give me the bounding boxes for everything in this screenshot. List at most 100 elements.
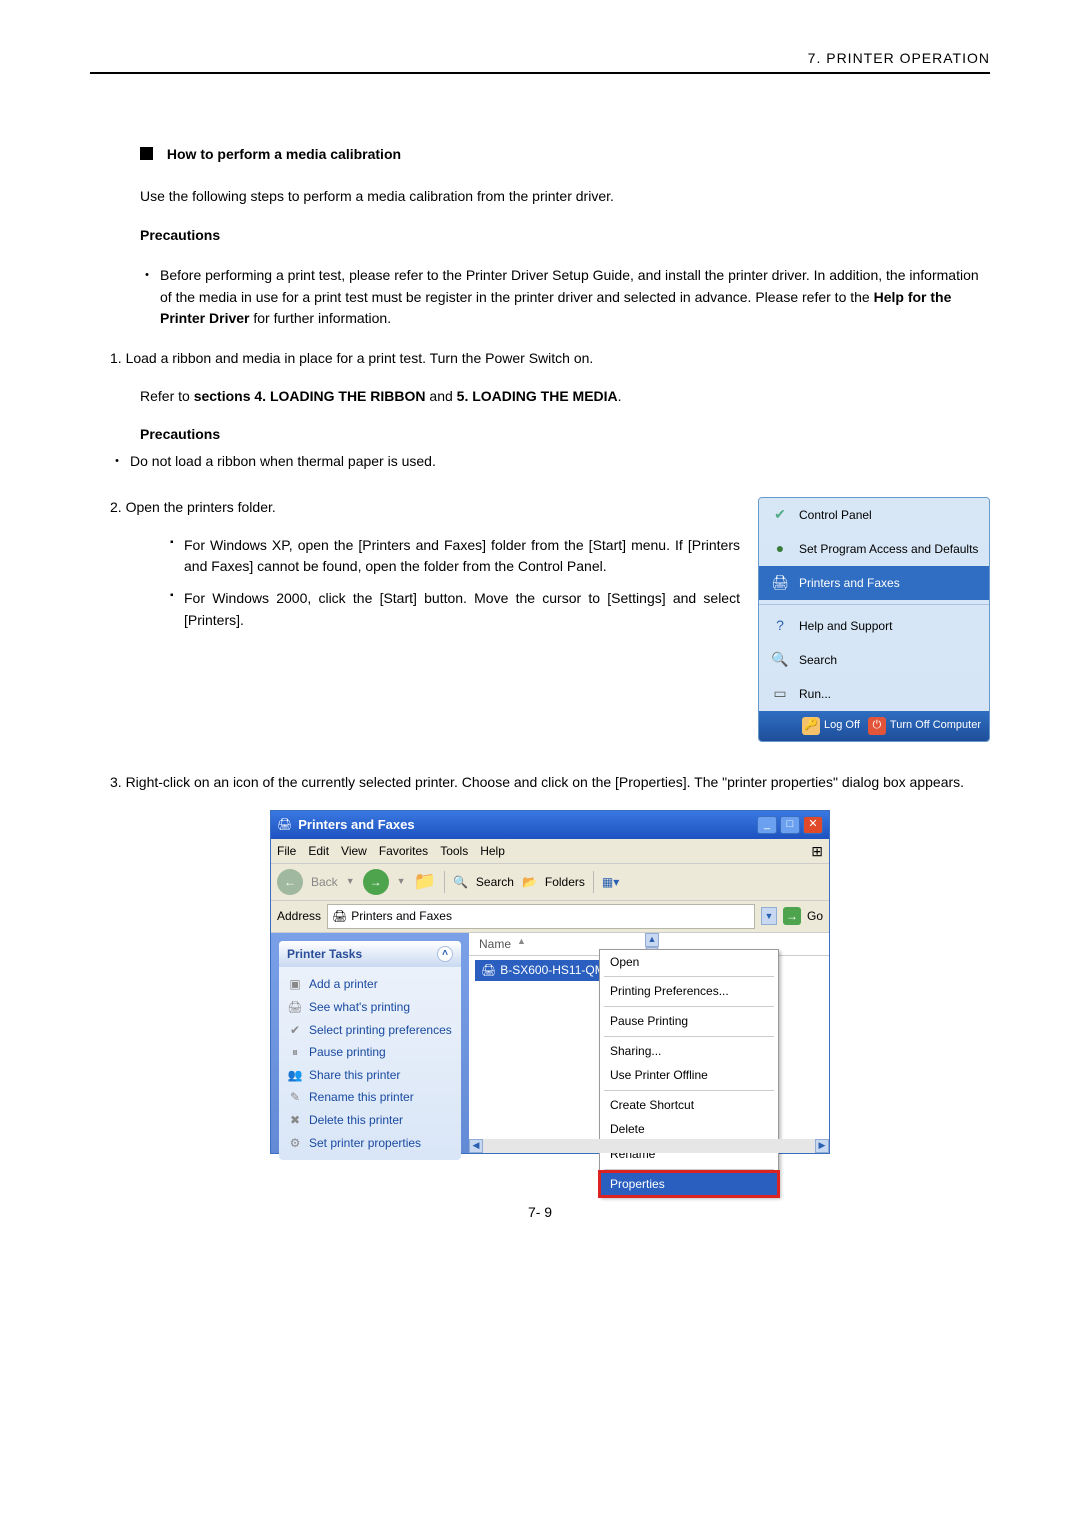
views-icon[interactable]: ▦▾	[602, 873, 619, 892]
printer-icon: 🖨	[332, 907, 347, 926]
precaution-1: Before performing a print test, please r…	[140, 265, 990, 330]
menu-item-label: Printers and Faxes	[799, 574, 900, 593]
close-button[interactable]: ✕	[803, 816, 823, 834]
step-1: 1. Load a ribbon and media in place for …	[110, 348, 990, 370]
precautions-heading: Precautions	[140, 225, 990, 247]
menu-item-label: Set Program Access and Defaults	[799, 540, 978, 559]
context-menu-item[interactable]: Use Printer Offline	[600, 1063, 778, 1088]
go-arrow-icon[interactable]: →	[783, 907, 801, 925]
task-label: Set printer properties	[309, 1134, 421, 1153]
window-body: Printer Tasks˄ ▣ Add a printer 🖨See what's…	[271, 933, 829, 1153]
page-number: 7- 9	[90, 1204, 990, 1220]
page-header: 7. PRINTER OPERATION	[90, 50, 990, 74]
printer-task[interactable]: ✖Delete this printer	[287, 1109, 453, 1132]
intro-text: Use the following steps to perform a med…	[140, 186, 990, 208]
square-icon	[140, 147, 153, 160]
printer-task[interactable]: ⚙ Set printer properties	[287, 1132, 453, 1155]
horizontal-scrollbar[interactable]: ◀▶	[469, 1139, 829, 1153]
menu-item-label: Help and Support	[799, 617, 892, 636]
task-label: Share this printer	[309, 1066, 400, 1085]
menu-tools[interactable]: Tools	[440, 842, 468, 861]
section-title-text: How to perform a media calibration	[167, 146, 401, 162]
menu-bar: File Edit View Favorites Tools Help ⊞	[271, 839, 829, 865]
folders-icon: 📂	[522, 873, 537, 892]
menu-edit[interactable]: Edit	[308, 842, 329, 861]
toolbar: ← Back ▼ → ▼ 📁 🔍 Search 📂 Folders ▦▾	[271, 864, 829, 901]
start-menu-screenshot: ✔ Control Panel ●Set Program Access and De…	[758, 497, 990, 742]
task-icon: ⏸	[287, 1043, 303, 1062]
task-label: Pause printing	[309, 1043, 386, 1062]
step-2-bullet-2: For Windows 2000, click the [Start] butt…	[170, 588, 740, 631]
context-menu-item[interactable]: Create Shortcut	[600, 1093, 778, 1118]
address-input[interactable]: 🖨 Printers and Faxes	[327, 904, 755, 929]
menu-favorites[interactable]: Favorites	[379, 842, 428, 861]
menu-help[interactable]: Help	[480, 842, 505, 861]
step-2-bullet-1: For Windows XP, open the [Printers and F…	[170, 535, 740, 578]
printer-task[interactable]: ⏸ Pause printing	[287, 1041, 453, 1064]
task-icon: ✎	[287, 1088, 303, 1107]
printer-task[interactable]: ✎ Rename this printer	[287, 1086, 453, 1109]
context-menu-item[interactable]: Sharing...	[600, 1039, 778, 1064]
back-dropdown-icon[interactable]: ▼	[346, 875, 355, 889]
start-menu-item[interactable]: ▭ Run...	[759, 677, 989, 711]
sidebar: Printer Tasks˄ ▣ Add a printer 🖨See what's…	[271, 933, 469, 1153]
printer-icon: 🖨	[277, 815, 292, 834]
fwd-dropdown-icon[interactable]: ▼	[397, 875, 406, 889]
go-label[interactable]: Go	[807, 907, 823, 926]
menu-item-icon: ?	[769, 615, 791, 637]
context-menu-item[interactable]: Open	[600, 950, 778, 975]
address-label: Address	[277, 907, 321, 926]
turnoff-button[interactable]: ⏻Turn Off Computer	[868, 717, 981, 735]
menu-item-label: Control Panel	[799, 506, 872, 525]
start-menu-item[interactable]: ? Help and Support	[759, 609, 989, 643]
context-menu-item[interactable]: Printing Preferences...	[600, 979, 778, 1004]
start-menu-item[interactable]: ✔ Control Panel	[759, 498, 989, 532]
minimize-button[interactable]: _	[757, 816, 777, 834]
task-label: Add a printer	[309, 975, 378, 994]
step-2: 2. Open the printers folder.	[110, 497, 740, 519]
task-label: Rename this printer	[309, 1088, 414, 1107]
task-icon: ⚙	[287, 1134, 303, 1153]
menu-item-label: Run...	[799, 685, 831, 704]
menu-item-icon: ✔	[769, 504, 791, 526]
panel-header[interactable]: Printer Tasks˄	[279, 941, 461, 968]
task-icon: ✖	[287, 1111, 303, 1130]
folders-label[interactable]: Folders	[545, 873, 585, 892]
precautions-heading-2: Precautions	[110, 424, 990, 446]
maximize-button[interactable]: □	[780, 816, 800, 834]
menu-item-icon: 🔍	[769, 649, 791, 671]
start-menu-item[interactable]: ●Set Program Access and Defaults	[759, 532, 989, 566]
printer-task[interactable]: ✔Select printing preferences	[287, 1019, 453, 1042]
window-title: Printers and Faxes	[298, 815, 754, 835]
printer-tasks-panel: Printer Tasks˄ ▣ Add a printer 🖨See what's…	[279, 941, 461, 1160]
start-menu-item[interactable]: 🔍Search	[759, 643, 989, 677]
printer-task[interactable]: 🖨See what's printing	[287, 996, 453, 1019]
address-dropdown-icon[interactable]: ▼	[761, 907, 777, 925]
task-icon: 🖨	[287, 998, 303, 1017]
file-list-pane: ▲▼ Name ▲ 🖨 B-SX600-HS11-QM-R OpenPrinti…	[469, 933, 829, 1153]
context-menu-item[interactable]: Pause Printing	[600, 1009, 778, 1034]
printer-task[interactable]: ▣ Add a printer	[287, 973, 453, 996]
printer-task[interactable]: 👥Share this printer	[287, 1064, 453, 1087]
address-value: Printers and Faxes	[351, 907, 452, 926]
page-content: How to perform a media calibration Use t…	[90, 144, 990, 1154]
back-button[interactable]: ←	[277, 869, 303, 895]
key-icon: 🔑	[802, 717, 820, 735]
power-icon: ⏻	[868, 717, 886, 735]
search-icon: 🔍	[453, 873, 468, 892]
context-menu-item[interactable]: Properties	[600, 1172, 778, 1197]
menu-file[interactable]: File	[277, 842, 296, 861]
search-label[interactable]: Search	[476, 873, 514, 892]
start-menu-item[interactable]: 🖨 Printers and Faxes	[759, 566, 989, 600]
logoff-button[interactable]: 🔑Log Off	[802, 717, 860, 735]
forward-button[interactable]: →	[363, 869, 389, 895]
task-label: Select printing preferences	[309, 1021, 452, 1040]
windows-flag-icon: ⊞	[811, 841, 823, 863]
task-icon: ▣	[287, 975, 303, 994]
menu-view[interactable]: View	[341, 842, 367, 861]
section-title: How to perform a media calibration	[140, 144, 990, 166]
menu-item-icon: 🖨	[769, 572, 791, 594]
menu-item-icon: ▭	[769, 683, 791, 705]
up-folder-icon[interactable]: 📁	[414, 868, 436, 896]
chevron-up-icon[interactable]: ˄	[437, 946, 453, 962]
